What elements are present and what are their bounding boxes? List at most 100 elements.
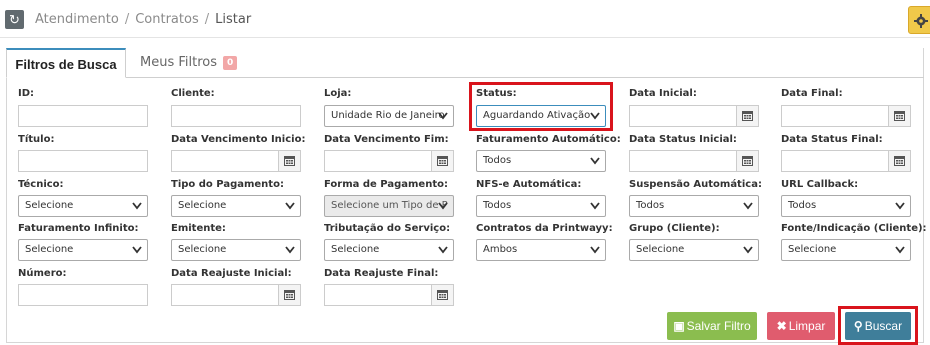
calendar-icon[interactable] <box>736 151 758 171</box>
data-venc-inicio-label: Data Vencimento Inicio: <box>171 134 306 145</box>
data-reajuste-inicial-input[interactable] <box>171 284 301 306</box>
chevron-down-icon <box>743 202 753 210</box>
data-inicial-input[interactable] <box>629 105 759 127</box>
suspensao-auto-value: Todos <box>636 200 665 211</box>
breadcrumb: Atendimento / Contratos / Listar <box>35 12 252 27</box>
cliente-label: Cliente: <box>171 88 215 99</box>
search-icon: ⚲ <box>853 319 863 333</box>
status-label: Status: <box>476 88 517 99</box>
calendar-icon[interactable] <box>888 151 910 171</box>
chevron-down-icon <box>590 246 600 254</box>
chevron-down-icon <box>285 202 295 210</box>
grupo-cliente-value: Selecione <box>636 244 685 255</box>
data-reajuste-final-label: Data Reajuste Final: <box>324 268 439 279</box>
tab-bar: Filtros de Busca Meus Filtros 0 <box>6 48 924 78</box>
forma-pagamento-value: Selecione um Tipo de P <box>331 200 448 211</box>
gear-icon[interactable] <box>908 6 930 34</box>
suspensao-auto-select[interactable]: Todos <box>629 195 759 217</box>
tab-search-filters[interactable]: Filtros de Busca <box>6 48 126 78</box>
tecnico-label: Técnico: <box>18 179 64 190</box>
data-final-input[interactable] <box>781 105 911 127</box>
clear-button[interactable]: ✖ Limpar <box>767 312 835 340</box>
calendar-icon[interactable] <box>888 106 910 126</box>
breadcrumb-current: Listar <box>215 12 252 27</box>
fonte-indicacao-select[interactable]: Selecione <box>781 239 911 261</box>
nfse-auto-select[interactable]: Todos <box>476 195 606 217</box>
search-label: Buscar <box>864 319 903 333</box>
url-callback-label: URL Callback: <box>781 179 859 190</box>
data-venc-fim-label: Data Vencimento Fim: <box>324 134 449 145</box>
data-status-inicial-input[interactable] <box>629 150 759 172</box>
nfse-auto-value: Todos <box>483 200 512 211</box>
faturamento-infinito-select[interactable]: Selecione <box>18 239 148 261</box>
calendar-icon[interactable] <box>431 151 453 171</box>
emitente-value: Selecione <box>178 244 227 255</box>
data-inicial-label: Data Inicial: <box>629 88 697 99</box>
chevron-down-icon <box>438 202 448 210</box>
suspensao-auto-label: Suspensão Automática: <box>629 179 762 190</box>
data-status-final-label: Data Status Final: <box>781 134 883 145</box>
forma-pagamento-select: Selecione um Tipo de P <box>324 195 454 217</box>
faturamento-auto-select[interactable]: Todos <box>476 150 606 172</box>
url-callback-select[interactable]: Todos <box>781 195 911 217</box>
fonte-indicacao-value: Selecione <box>788 244 837 255</box>
calendar-icon[interactable] <box>278 285 300 305</box>
contratos-printwayy-value: Ambos <box>483 244 518 255</box>
calendar-icon[interactable] <box>278 151 300 171</box>
chevron-down-icon <box>895 202 905 210</box>
tributacao-select[interactable]: Selecione <box>324 239 454 261</box>
contratos-printwayy-label: Contratos da Printwayy: <box>476 223 613 234</box>
chevron-down-icon <box>285 246 295 254</box>
save-filter-button[interactable]: ▣ Salvar Filtro <box>667 312 757 340</box>
chevron-down-icon <box>438 112 448 120</box>
faturamento-infinito-label: Faturamento Infinito: <box>18 223 139 234</box>
cliente-input[interactable] <box>171 105 301 127</box>
calendar-icon[interactable] <box>736 106 758 126</box>
chevron-down-icon <box>438 246 448 254</box>
data-venc-fim-input[interactable] <box>324 150 454 172</box>
status-select-value: Aguardando Ativação <box>483 110 591 121</box>
data-venc-inicio-input[interactable] <box>171 150 301 172</box>
clear-label: Limpar <box>788 319 826 333</box>
refresh-icon[interactable]: ↻ <box>5 10 24 29</box>
tecnico-select[interactable]: Selecione <box>18 195 148 217</box>
save-filter-label: Salvar Filtro <box>686 319 751 333</box>
fonte-indicacao-label: Fonte/Indicação (Cliente): <box>781 223 927 234</box>
loja-label: Loja: <box>324 88 352 99</box>
id-label: ID: <box>18 88 35 99</box>
loja-select[interactable]: Unidade Rio de Janeiro <box>324 105 454 127</box>
tipo-pagamento-value: Selecione <box>178 200 227 211</box>
grupo-cliente-select[interactable]: Selecione <box>629 239 759 261</box>
url-callback-value: Todos <box>788 200 817 211</box>
tipo-pagamento-select[interactable]: Selecione <box>171 195 301 217</box>
status-select[interactable]: Aguardando Ativação <box>476 105 606 127</box>
id-input[interactable] <box>18 105 148 127</box>
chevron-down-icon <box>743 246 753 254</box>
titulo-input[interactable] <box>18 150 148 172</box>
faturamento-infinito-value: Selecione <box>25 244 74 255</box>
search-button[interactable]: ⚲ Buscar <box>845 312 911 340</box>
chevron-down-icon <box>590 112 600 120</box>
calendar-icon[interactable] <box>431 285 453 305</box>
breadcrumb-item[interactable]: Contratos <box>135 12 199 27</box>
tab-my-filters[interactable]: Meus Filtros 0 <box>140 48 238 78</box>
data-status-final-input[interactable] <box>781 150 911 172</box>
top-bar: ↻ Atendimento / Contratos / Listar <box>0 0 930 38</box>
chevron-down-icon <box>132 246 142 254</box>
count-badge: 0 <box>223 56 238 70</box>
chevron-down-icon <box>132 202 142 210</box>
faturamento-auto-value: Todos <box>483 155 512 166</box>
chevron-down-icon <box>590 157 600 165</box>
save-icon: ▣ <box>673 319 685 333</box>
breadcrumb-item[interactable]: Atendimento <box>35 12 119 27</box>
numero-label: Número: <box>18 268 67 279</box>
close-icon: ✖ <box>776 319 787 333</box>
titulo-label: Título: <box>18 134 55 145</box>
tributacao-value: Selecione <box>331 244 380 255</box>
forma-pagamento-label: Forma de Pagamento: <box>324 179 448 190</box>
data-reajuste-final-input[interactable] <box>324 284 454 306</box>
numero-input[interactable] <box>18 284 148 306</box>
contratos-printwayy-select[interactable]: Ambos <box>476 239 606 261</box>
emitente-select[interactable]: Selecione <box>171 239 301 261</box>
faturamento-auto-label: Faturamento Automático: <box>476 134 621 145</box>
